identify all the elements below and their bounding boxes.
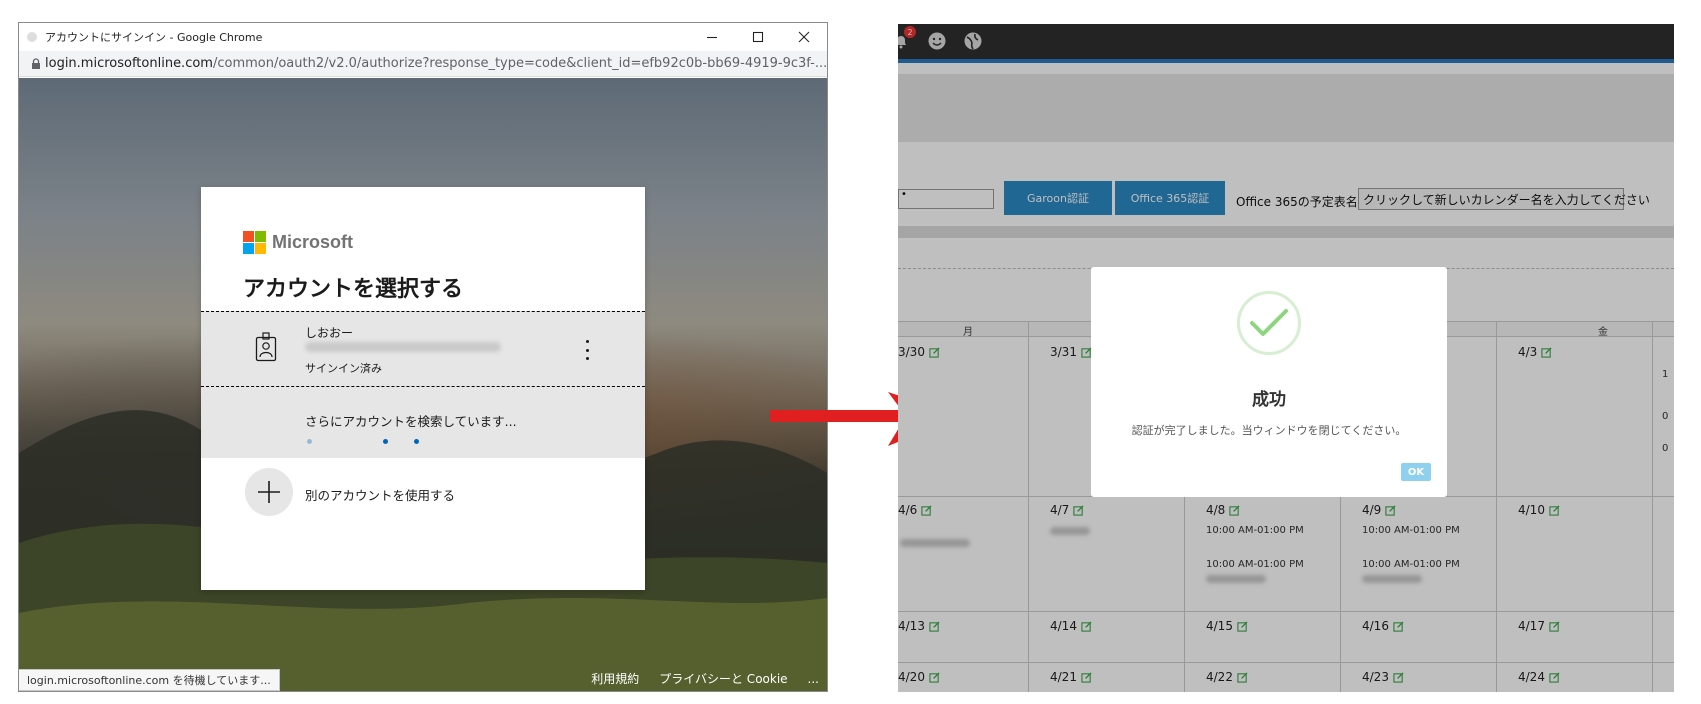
progress-dot [307,439,312,444]
minimize-button[interactable] [689,23,735,51]
url-path: /common/oauth2/v2.0/authorize?response_t… [212,56,827,71]
dialog-title: 成功 [1252,390,1286,410]
composite-screenshot: アカウントにサインイン - Google Chrome login.micros… [0,0,1701,704]
url-host: login.microsoftonline.com [45,56,213,71]
account-name: しおおー [305,326,354,340]
use-another-account-label: 別のアカウントを使用する [305,488,456,503]
account-picker-card: Microsoft アカウントを選択する しおおー サインイン済み さらにアカウ… [201,187,645,590]
lock-icon [31,57,41,70]
window-controls [689,23,827,51]
searching-accounts-row: さらにアカウントを検索しています... [201,387,645,458]
chrome-window: アカウントにサインイン - Google Chrome login.micros… [18,22,828,692]
dialog-message: 認証が完了しました。当ウィンドウを閉じてください。 [1131,424,1407,437]
account-tile[interactable]: しおおー サインイン済み [201,311,645,387]
more-options-link[interactable]: ... [808,672,819,686]
garoon-calendar-page: 2 • Garoon認証 Office 365認証 Office 365の予定表… [898,24,1674,692]
privacy-link[interactable]: プライバシーと Cookie [659,670,787,687]
searching-text: さらにアカウントを検索しています... [305,414,517,429]
address-bar[interactable]: login.microsoftonline.com /common/oauth2… [19,51,827,77]
title-bar: アカウントにサインイン - Google Chrome [19,23,827,51]
use-another-account-option[interactable]: 別のアカウントを使用する [201,458,645,518]
account-email-redacted [305,342,501,352]
close-icon [798,31,810,43]
ok-button[interactable]: OK [1401,463,1431,481]
page-title: アカウントを選択する [243,277,464,302]
success-check-icon [1237,291,1301,355]
loading-status-bar: login.microsoftonline.com を待機しています... [19,669,280,691]
microsoft-logo: Microsoft [243,231,353,254]
account-options-button[interactable] [584,340,590,360]
brand-name: Microsoft [272,232,353,252]
close-window-button[interactable] [781,23,827,51]
microsoft-squares-icon [243,231,266,254]
page-viewport: Microsoft アカウントを選択する しおおー サインイン済み さらにアカウ… [19,78,827,691]
progress-dot [383,439,388,444]
terms-link[interactable]: 利用規約 [591,670,639,687]
success-dialog: 成功 認証が完了しました。当ウィンドウを閉じてください。 OK [1091,267,1447,497]
progress-dot [414,439,419,444]
maximize-button[interactable] [735,23,781,51]
window-title: アカウントにサインイン - Google Chrome [45,31,263,44]
chrome-app-icon [27,32,37,42]
maximize-icon [752,31,764,43]
minimize-icon [707,36,717,39]
plus-icon [245,468,293,516]
page-footer: 利用規約 プライバシーと Cookie ... [591,670,819,687]
badge-person-icon [255,332,277,366]
account-status: サインイン済み [305,362,382,375]
